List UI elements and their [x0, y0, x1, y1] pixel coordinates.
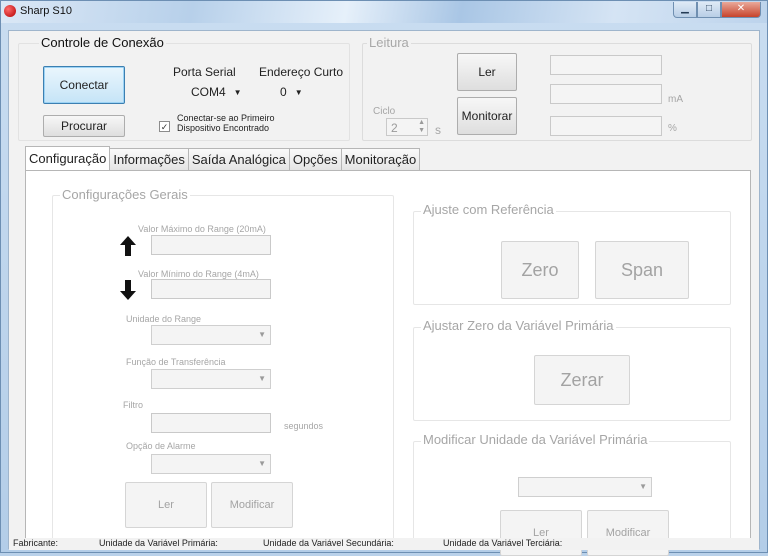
general-modify-button[interactable]: Modificar [211, 482, 293, 528]
monitor-button[interactable]: Monitorar [457, 97, 517, 135]
alarm-option-select[interactable]: ▼ [151, 454, 271, 474]
short-address-label: Endereço Curto [259, 65, 344, 79]
minimize-button[interactable]: ▁ [673, 2, 697, 18]
current-ma-field [550, 84, 662, 104]
primary-unit-title: Modificar Unidade da Variável Primária [421, 432, 650, 447]
alarm-option-label: Opção de Alarme [126, 441, 196, 451]
percent-unit: % [668, 123, 677, 134]
max-range-label: Valor Máximo do Range (20mA) [138, 224, 266, 234]
chevron-down-icon: ▼ [639, 482, 647, 491]
title-bar[interactable]: Sharp S10 ▁ □ ✕ [1, 1, 767, 23]
window-controls: ▁ □ ✕ [673, 2, 761, 18]
min-range-field[interactable] [151, 279, 271, 299]
chevron-down-icon: ▼ [258, 374, 266, 383]
span-button[interactable]: Span [595, 241, 689, 299]
window-title: Sharp S10 [20, 5, 72, 17]
tab-monitoracao[interactable]: Monitoração [340, 148, 421, 170]
auto-connect-checkbox[interactable]: ✓ [159, 121, 170, 132]
filter-field[interactable] [151, 413, 271, 433]
serial-port-select[interactable]: COM4 ▼ [191, 83, 242, 101]
stepper-arrows-icon[interactable]: ▲ ▼ [418, 119, 425, 135]
chevron-down-icon: ▼ [233, 87, 242, 97]
tab-configuracao[interactable]: Configuração [25, 146, 111, 170]
chevron-down-icon: ▼ [258, 459, 266, 468]
status-bar: Fabricante: Unidade da Variável Primária… [9, 538, 759, 550]
general-read-button[interactable]: Ler [125, 482, 207, 528]
cycle-value: 2 [391, 121, 398, 135]
app-window: Sharp S10 ▁ □ ✕ Controle de Conexão Cone… [0, 0, 768, 556]
general-settings-title: Configurações Gerais [60, 187, 190, 202]
transfer-function-select[interactable]: ▼ [151, 369, 271, 389]
filter-unit: segundos [284, 421, 324, 431]
chevron-down-icon: ▼ [258, 330, 266, 339]
primary-zero-title: Ajustar Zero da Variável Primária [421, 318, 616, 333]
connection-group-title: Controle de Conexão [39, 35, 166, 50]
chevron-down-icon: ▼ [294, 87, 303, 97]
tab-informacoes[interactable]: Informações [109, 148, 189, 170]
status-secondary-unit: Unidade da Variável Secundária: [263, 538, 394, 548]
range-unit-label: Unidade do Range [126, 314, 202, 324]
filter-label: Filtro [123, 400, 143, 410]
short-address-select[interactable]: 0 ▼ [280, 83, 303, 101]
ma-unit: mA [668, 94, 683, 105]
connect-button[interactable]: Conectar [43, 66, 125, 104]
tab-opcoes[interactable]: Opções [288, 148, 342, 170]
tab-strip: Configuração Informações Saída Analógica… [25, 146, 421, 170]
search-button[interactable]: Procurar [43, 115, 125, 137]
reset-zero-button[interactable]: Zerar [534, 355, 630, 405]
tab-saida-analogica[interactable]: Saída Analógica [187, 148, 290, 170]
status-primary-unit: Unidade da Variável Primária: [99, 538, 218, 548]
cycle-stepper[interactable]: 2 ▲ ▼ [386, 118, 428, 136]
serial-port-value: COM4 [191, 85, 226, 99]
status-manufacturer: Fabricante: [13, 538, 59, 548]
reading-value-field [550, 55, 662, 75]
cycle-label: Ciclo [373, 106, 396, 117]
close-button[interactable]: ✕ [721, 2, 761, 18]
configuration-panel: Configurações Gerais Valor Máximo do Ran… [25, 170, 751, 556]
client-area: Controle de Conexão Conectar Procurar Po… [8, 30, 760, 556]
down-arrow-icon [120, 280, 136, 300]
serial-port-label: Porta Serial [173, 65, 236, 79]
auto-connect-label: Conectar-se ao Primeiro Dispositivo Enco… [177, 113, 275, 133]
zero-button[interactable]: Zero [501, 241, 579, 299]
reading-group-title: Leitura [367, 35, 411, 50]
percent-field [550, 116, 662, 136]
status-tertiary-unit: Unidade da Variável Terciária: [443, 538, 563, 548]
min-range-label: Valor Mínimo do Range (4mA) [138, 269, 259, 279]
transfer-function-label: Função de Transferência [126, 357, 226, 367]
up-arrow-icon [120, 236, 136, 256]
app-icon [4, 5, 16, 17]
short-address-value: 0 [280, 85, 287, 99]
reference-adjust-title: Ajuste com Referência [421, 202, 556, 217]
read-button[interactable]: Ler [457, 53, 517, 91]
primary-unit-select[interactable]: ▼ [518, 477, 652, 497]
range-unit-select[interactable]: ▼ [151, 325, 271, 345]
cycle-unit: s [435, 123, 441, 137]
max-range-field[interactable] [151, 235, 271, 255]
maximize-button[interactable]: □ [697, 2, 721, 18]
